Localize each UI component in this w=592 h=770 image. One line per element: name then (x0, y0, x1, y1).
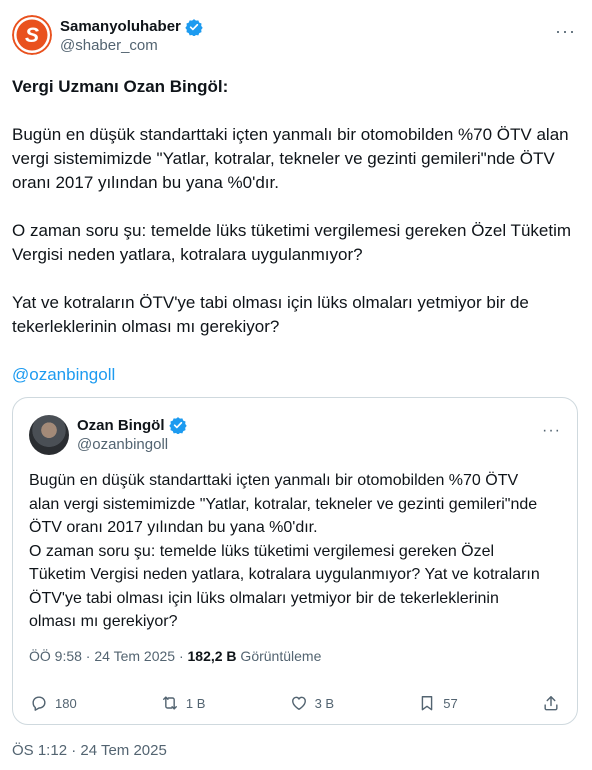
mention-link[interactable]: @ozanbingoll (12, 363, 572, 387)
reply-button[interactable]: 180 (29, 693, 77, 713)
reply-count: 180 (55, 695, 77, 711)
quoted-avatar[interactable] (29, 415, 69, 455)
repost-icon (162, 696, 177, 710)
tweet-title: Vergi Uzmanı Ozan Bingöl: (12, 77, 229, 96)
author-block: Samanyoluhaber @shaber_com (60, 17, 203, 56)
quoted-author-block: Ozan Bingöl @ozanbingoll (77, 416, 187, 455)
tweet-text: Vergi Uzmanı Ozan Bingöl: Bugün en düşük… (12, 75, 572, 387)
quoted-meta: ÖÖ 9:58 · 24 Tem 2025 · 182,2 B Görüntül… (29, 648, 321, 664)
bookmark-icon (422, 696, 433, 711)
tweet-header: S Samanyoluhaber @shaber_com ··· (12, 15, 580, 63)
quoted-author-handle[interactable]: @ozanbingoll (77, 435, 187, 455)
quoted-author-name[interactable]: Ozan Bingöl (77, 416, 165, 435)
author-avatar[interactable]: S (12, 15, 52, 55)
quoted-views-count: 182,2 B (187, 648, 237, 664)
bookmark-button[interactable]: 57 (417, 693, 458, 713)
author-name[interactable]: Samanyoluhaber (60, 17, 181, 36)
tweet-timestamp[interactable]: ÖS 1:12 · 24 Tem 2025 (12, 742, 167, 759)
logo-letter: S (25, 24, 39, 47)
like-button[interactable]: 3 B (289, 693, 335, 713)
repost-count: 1 B (185, 695, 206, 711)
verified-badge-icon (185, 18, 203, 36)
share-icon (544, 696, 558, 711)
share-button[interactable] (541, 693, 561, 713)
tweet-paragraph-1: Bugün en düşük standarttaki içten yanmal… (12, 125, 574, 192)
like-icon (291, 696, 306, 710)
quoted-header: Ozan Bingöl @ozanbingoll (29, 415, 187, 455)
author-handle[interactable]: @shaber_com (60, 36, 203, 56)
tweet-paragraph-3: Yat ve kotraların ÖTV'ye tabi olması içi… (12, 293, 534, 336)
repost-button[interactable]: 1 B (160, 693, 206, 713)
bookmark-count: 57 (443, 695, 458, 711)
tweet-paragraph-2: O zaman soru şu: temelde lüks tüketimi v… (12, 221, 576, 264)
more-icon[interactable]: ··· (555, 21, 576, 42)
quoted-text: Bugün en düşük standarttaki içten yanmal… (29, 472, 540, 630)
verified-badge-icon (168, 417, 187, 434)
quoted-time[interactable]: ÖÖ 9:58 · 24 Tem 2025 · (29, 648, 188, 664)
quoted-action-bar: 180 1 B 3 B 57 (29, 693, 561, 713)
more-icon[interactable]: ··· (542, 422, 561, 440)
quoted-views-label: Görüntüleme (236, 648, 322, 664)
quoted-tweet[interactable]: Ozan Bingöl @ozanbingoll ··· Bugün en dü… (12, 397, 578, 725)
reply-icon (32, 696, 46, 711)
like-count: 3 B (314, 695, 335, 711)
